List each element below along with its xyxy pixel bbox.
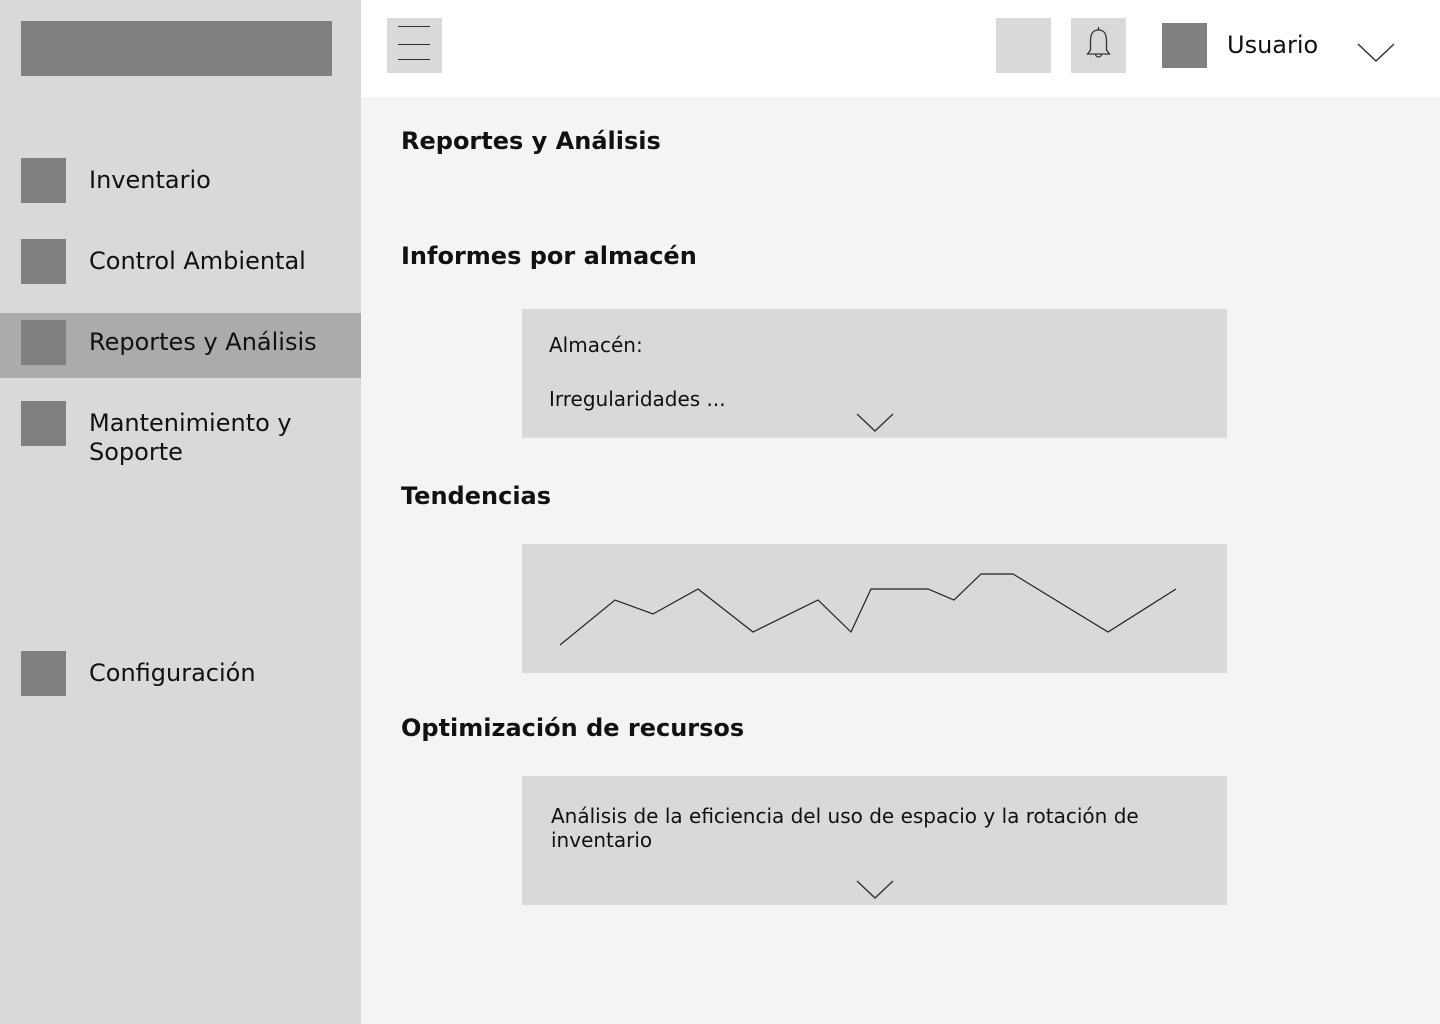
trend-line bbox=[559, 573, 1177, 646]
hamburger-icon bbox=[398, 26, 430, 28]
trends-card bbox=[522, 544, 1227, 673]
optimization-description: Análisis de la eficiencia del uso de esp… bbox=[551, 804, 1139, 852]
bell-icon bbox=[1086, 27, 1111, 58]
notifications-button[interactable] bbox=[1071, 18, 1126, 73]
sidebar-item-label: Configuración bbox=[89, 659, 256, 687]
page-title: Reportes y Análisis bbox=[401, 127, 661, 155]
mantenimiento-icon bbox=[21, 401, 66, 446]
sidebar-item-inventario[interactable]: Inventario bbox=[0, 158, 361, 203]
warehouse-report-card[interactable]: Almacén: Irregularidades ... bbox=[522, 309, 1227, 438]
sidebar-item-configuracion[interactable]: Configuración bbox=[0, 651, 361, 696]
control-ambiental-icon bbox=[21, 239, 66, 284]
sidebar-item-label: Reportes y Análisis bbox=[89, 328, 317, 356]
warehouse-label: Almacén: bbox=[549, 333, 643, 357]
sidebar-item-label: Inventario bbox=[89, 166, 211, 194]
optimization-card[interactable]: Análisis de la eficiencia del uso de esp… bbox=[522, 776, 1227, 905]
section-title-tendencias: Tendencias bbox=[401, 482, 552, 510]
trend-line-graphic bbox=[559, 573, 1177, 646]
sidebar-item-mantenimiento[interactable]: Mantenimiento y Soporte bbox=[0, 401, 361, 467]
irregularities-label: Irregularidades ... bbox=[549, 387, 726, 411]
hamburger-icon-line bbox=[398, 59, 430, 61]
menu-button[interactable] bbox=[387, 18, 442, 73]
sidebar: Inventario Control Ambiental Reportes y … bbox=[0, 0, 361, 1024]
inventario-icon bbox=[21, 158, 66, 203]
chevron-down-icon[interactable] bbox=[855, 410, 895, 434]
sidebar-item-label: Control Ambiental bbox=[89, 247, 306, 275]
header-action-button[interactable] bbox=[996, 18, 1051, 73]
hamburger-icon-line bbox=[398, 44, 430, 46]
sidebar-item-reportes[interactable]: Reportes y Análisis bbox=[0, 313, 361, 378]
section-title-optimizacion: Optimización de recursos bbox=[401, 714, 745, 742]
user-name[interactable]: Usuario bbox=[1227, 30, 1318, 60]
section-title-informes: Informes por almacén bbox=[401, 242, 697, 270]
configuracion-icon bbox=[21, 651, 66, 696]
sidebar-item-label: Mantenimiento y Soporte bbox=[89, 409, 292, 466]
sidebar-item-control-ambiental[interactable]: Control Ambiental bbox=[0, 239, 361, 284]
chevron-down-icon[interactable] bbox=[855, 877, 895, 901]
reportes-icon bbox=[21, 320, 66, 365]
avatar[interactable] bbox=[1162, 23, 1207, 68]
logo[interactable] bbox=[21, 21, 332, 76]
chevron-down-icon[interactable] bbox=[1356, 38, 1396, 66]
